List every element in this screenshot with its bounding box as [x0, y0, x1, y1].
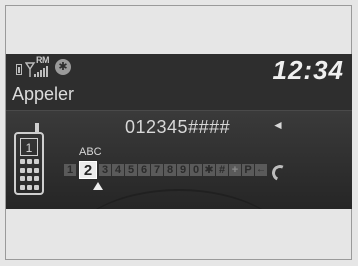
dial-key-1[interactable]: 1	[64, 164, 76, 176]
dial-key-back[interactable]: ←	[255, 164, 267, 176]
phone-handset-icon: 1	[14, 123, 46, 197]
dial-key-row: 1 2 3 4 5 6 7 8 9 0 ✱ # + P ←	[64, 161, 286, 179]
dial-panel: 012345#### ◄ 1 ABC 1 2 3 4 5 6 7 8 9 0 ✱…	[6, 111, 352, 209]
dial-key-4[interactable]: 4	[112, 164, 124, 176]
dial-key-9[interactable]: 9	[177, 164, 189, 176]
phone-display-digit: 1	[20, 138, 38, 156]
phone-dial-screen: RM ✱ 12:34 Appeler 012345#### ◄ 1 ABC 1 …	[6, 54, 352, 209]
dial-key-8[interactable]: 8	[164, 164, 176, 176]
bluetooth-icon: ✱	[55, 59, 71, 75]
dial-key-0[interactable]: 0	[190, 164, 202, 176]
decorative-arc	[66, 189, 292, 209]
call-icon[interactable]	[270, 163, 286, 177]
dial-key-3[interactable]: 3	[99, 164, 111, 176]
dial-key-2-selected[interactable]: 2	[79, 161, 97, 179]
dial-key-star[interactable]: ✱	[203, 164, 215, 176]
selection-marker-icon	[93, 182, 103, 190]
dial-key-6[interactable]: 6	[138, 164, 150, 176]
dial-key-7[interactable]: 7	[151, 164, 163, 176]
dial-key-plus[interactable]: +	[229, 164, 241, 176]
backspace-icon[interactable]: ◄	[272, 118, 284, 132]
letter-group-label: ABC	[79, 146, 102, 158]
status-bar: RM ✱ 12:34	[6, 54, 352, 86]
clock: 12:34	[272, 55, 344, 85]
battery-icon	[16, 64, 22, 75]
dial-key-5[interactable]: 5	[125, 164, 137, 176]
dial-key-pause[interactable]: P	[242, 164, 254, 176]
roaming-label: RM	[36, 55, 50, 65]
page-title: Appeler	[12, 84, 75, 104]
dial-key-hash[interactable]: #	[216, 164, 228, 176]
dialed-number: 012345####	[125, 117, 231, 137]
